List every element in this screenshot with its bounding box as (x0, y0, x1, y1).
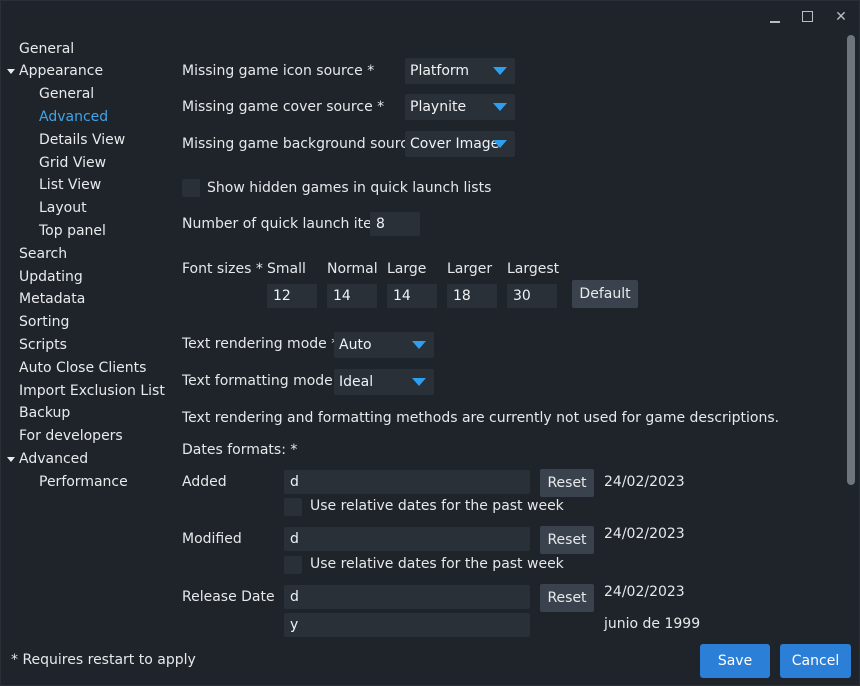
background-source-value: Cover Image (410, 136, 500, 152)
sidebar-item-metadata[interactable]: Metadata (19, 288, 85, 310)
font-size-large-value: 14 (393, 288, 411, 304)
text-rendering-value: Auto (339, 337, 372, 353)
chevron-down-icon (493, 67, 507, 75)
sidebar-item-top-panel[interactable]: Top panel (39, 220, 106, 242)
added-label: Added (182, 474, 227, 490)
modified-preview: 24/02/2023 (604, 526, 685, 542)
chevron-down-icon[interactable] (7, 69, 15, 74)
sidebar-item-search[interactable]: Search (19, 243, 67, 265)
added-format-value: d (290, 474, 299, 490)
font-size-small-input[interactable]: 12 (267, 284, 317, 308)
sidebar-item-import-exclusion-list[interactable]: Import Exclusion List (19, 380, 165, 402)
rendering-note: Text rendering and formatting methods ar… (182, 410, 780, 426)
sidebar-item-layout[interactable]: Layout (39, 197, 87, 219)
text-formatting-value: Ideal (339, 374, 374, 390)
sidebar-item-general[interactable]: General (19, 38, 74, 60)
icon-source-select[interactable]: Platform (405, 58, 515, 84)
restart-note: * Requires restart to apply (11, 652, 196, 668)
added-relative-checkbox[interactable] (284, 498, 302, 516)
modified-reset-button[interactable]: Reset (540, 526, 594, 554)
sidebar-item-appearance[interactable]: Appearance (19, 60, 103, 82)
modified-format-input[interactable]: d (284, 527, 530, 551)
text-formatting-label: Text formatting mode * (182, 373, 345, 389)
dates-formats-label: Dates formats: * (182, 442, 298, 458)
font-size-larger-label: Larger (447, 261, 493, 277)
sidebar-item-auto-close-clients[interactable]: Auto Close Clients (19, 357, 146, 379)
text-rendering-select[interactable]: Auto (334, 332, 434, 358)
chevron-down-icon (412, 341, 426, 349)
show-hidden-checkbox[interactable] (182, 179, 200, 197)
font-size-larger-value: 18 (453, 288, 471, 304)
cover-source-label: Missing game cover source * (182, 99, 385, 115)
minimize-icon[interactable] (765, 7, 785, 27)
release-date-label: Release Date (182, 589, 275, 605)
chevron-down-icon (493, 140, 507, 148)
background-source-label: Missing game background source * (182, 136, 429, 152)
sidebar-item-grid-view[interactable]: Grid View (39, 152, 106, 174)
sidebar-item-details-view[interactable]: Details View (39, 129, 125, 151)
quick-launch-label: Number of quick launch items (182, 216, 393, 232)
font-size-largest-value: 30 (513, 288, 531, 304)
text-rendering-label: Text rendering mode * (182, 336, 339, 352)
font-size-largest-input[interactable]: 30 (507, 284, 557, 308)
settings-window: ✕ General Appearance General Advanced De… (0, 0, 860, 686)
font-sizes-label: Font sizes * (182, 261, 263, 277)
added-reset-button[interactable]: Reset (540, 469, 594, 497)
release-preview: 24/02/2023 (604, 584, 685, 600)
font-size-large-input[interactable]: 14 (387, 284, 437, 308)
show-hidden-label: Show hidden games in quick launch lists (207, 180, 492, 196)
release-preview-2: junio de 1999 (604, 616, 701, 632)
sidebar-item-appearance-advanced[interactable]: Advanced (39, 106, 108, 128)
modified-relative-label: Use relative dates for the past week (310, 556, 564, 572)
font-size-small-value: 12 (273, 288, 291, 304)
sidebar-item-backup[interactable]: Backup (19, 402, 70, 424)
maximize-icon[interactable] (798, 7, 818, 27)
font-size-small-label: Small (267, 261, 306, 277)
sidebar-item-performance[interactable]: Performance (39, 471, 128, 493)
icon-source-label: Missing game icon source * (182, 63, 375, 79)
release-format-value-2: y (290, 617, 299, 633)
font-size-normal-label: Normal (327, 261, 378, 277)
sidebar-item-updating[interactable]: Updating (19, 266, 83, 288)
sidebar-item-for-developers[interactable]: For developers (19, 425, 123, 447)
font-size-large-label: Large (387, 261, 427, 277)
font-size-larger-input[interactable]: 18 (447, 284, 497, 308)
modified-relative-checkbox[interactable] (284, 556, 302, 574)
close-icon[interactable]: ✕ (831, 7, 851, 27)
icon-source-value: Platform (410, 63, 470, 79)
chevron-down-icon (493, 103, 507, 111)
chevron-down-icon (412, 378, 426, 386)
default-font-sizes-button[interactable]: Default (572, 280, 638, 308)
modified-format-value: d (290, 531, 299, 547)
quick-launch-value: 8 (376, 216, 385, 232)
sidebar-item-advanced[interactable]: Advanced (19, 448, 88, 470)
text-formatting-select[interactable]: Ideal (334, 369, 434, 395)
sidebar-item-list-view[interactable]: List View (39, 174, 101, 196)
release-reset-button[interactable]: Reset (540, 584, 594, 612)
sidebar-item-scripts[interactable]: Scripts (19, 334, 67, 356)
cover-source-select[interactable]: Playnite (405, 94, 515, 120)
save-button[interactable]: Save (700, 644, 770, 678)
font-size-largest-label: Largest (507, 261, 560, 277)
font-size-normal-value: 14 (333, 288, 351, 304)
sidebar-item-appearance-general[interactable]: General (39, 83, 94, 105)
release-format-input-2[interactable]: y (284, 613, 530, 637)
modified-label: Modified (182, 531, 242, 547)
added-preview: 24/02/2023 (604, 474, 685, 490)
added-format-input[interactable]: d (284, 470, 530, 494)
added-relative-label: Use relative dates for the past week (310, 498, 564, 514)
cancel-button[interactable]: Cancel (780, 644, 851, 678)
cover-source-value: Playnite (410, 99, 467, 115)
release-format-value: d (290, 589, 299, 605)
font-size-normal-input[interactable]: 14 (327, 284, 377, 308)
sidebar-item-sorting[interactable]: Sorting (19, 311, 69, 333)
chevron-down-icon[interactable] (7, 457, 15, 462)
scrollbar[interactable] (847, 35, 855, 485)
quick-launch-input[interactable]: 8 (370, 212, 420, 236)
release-format-input[interactable]: d (284, 585, 530, 609)
background-source-select[interactable]: Cover Image (405, 131, 515, 157)
